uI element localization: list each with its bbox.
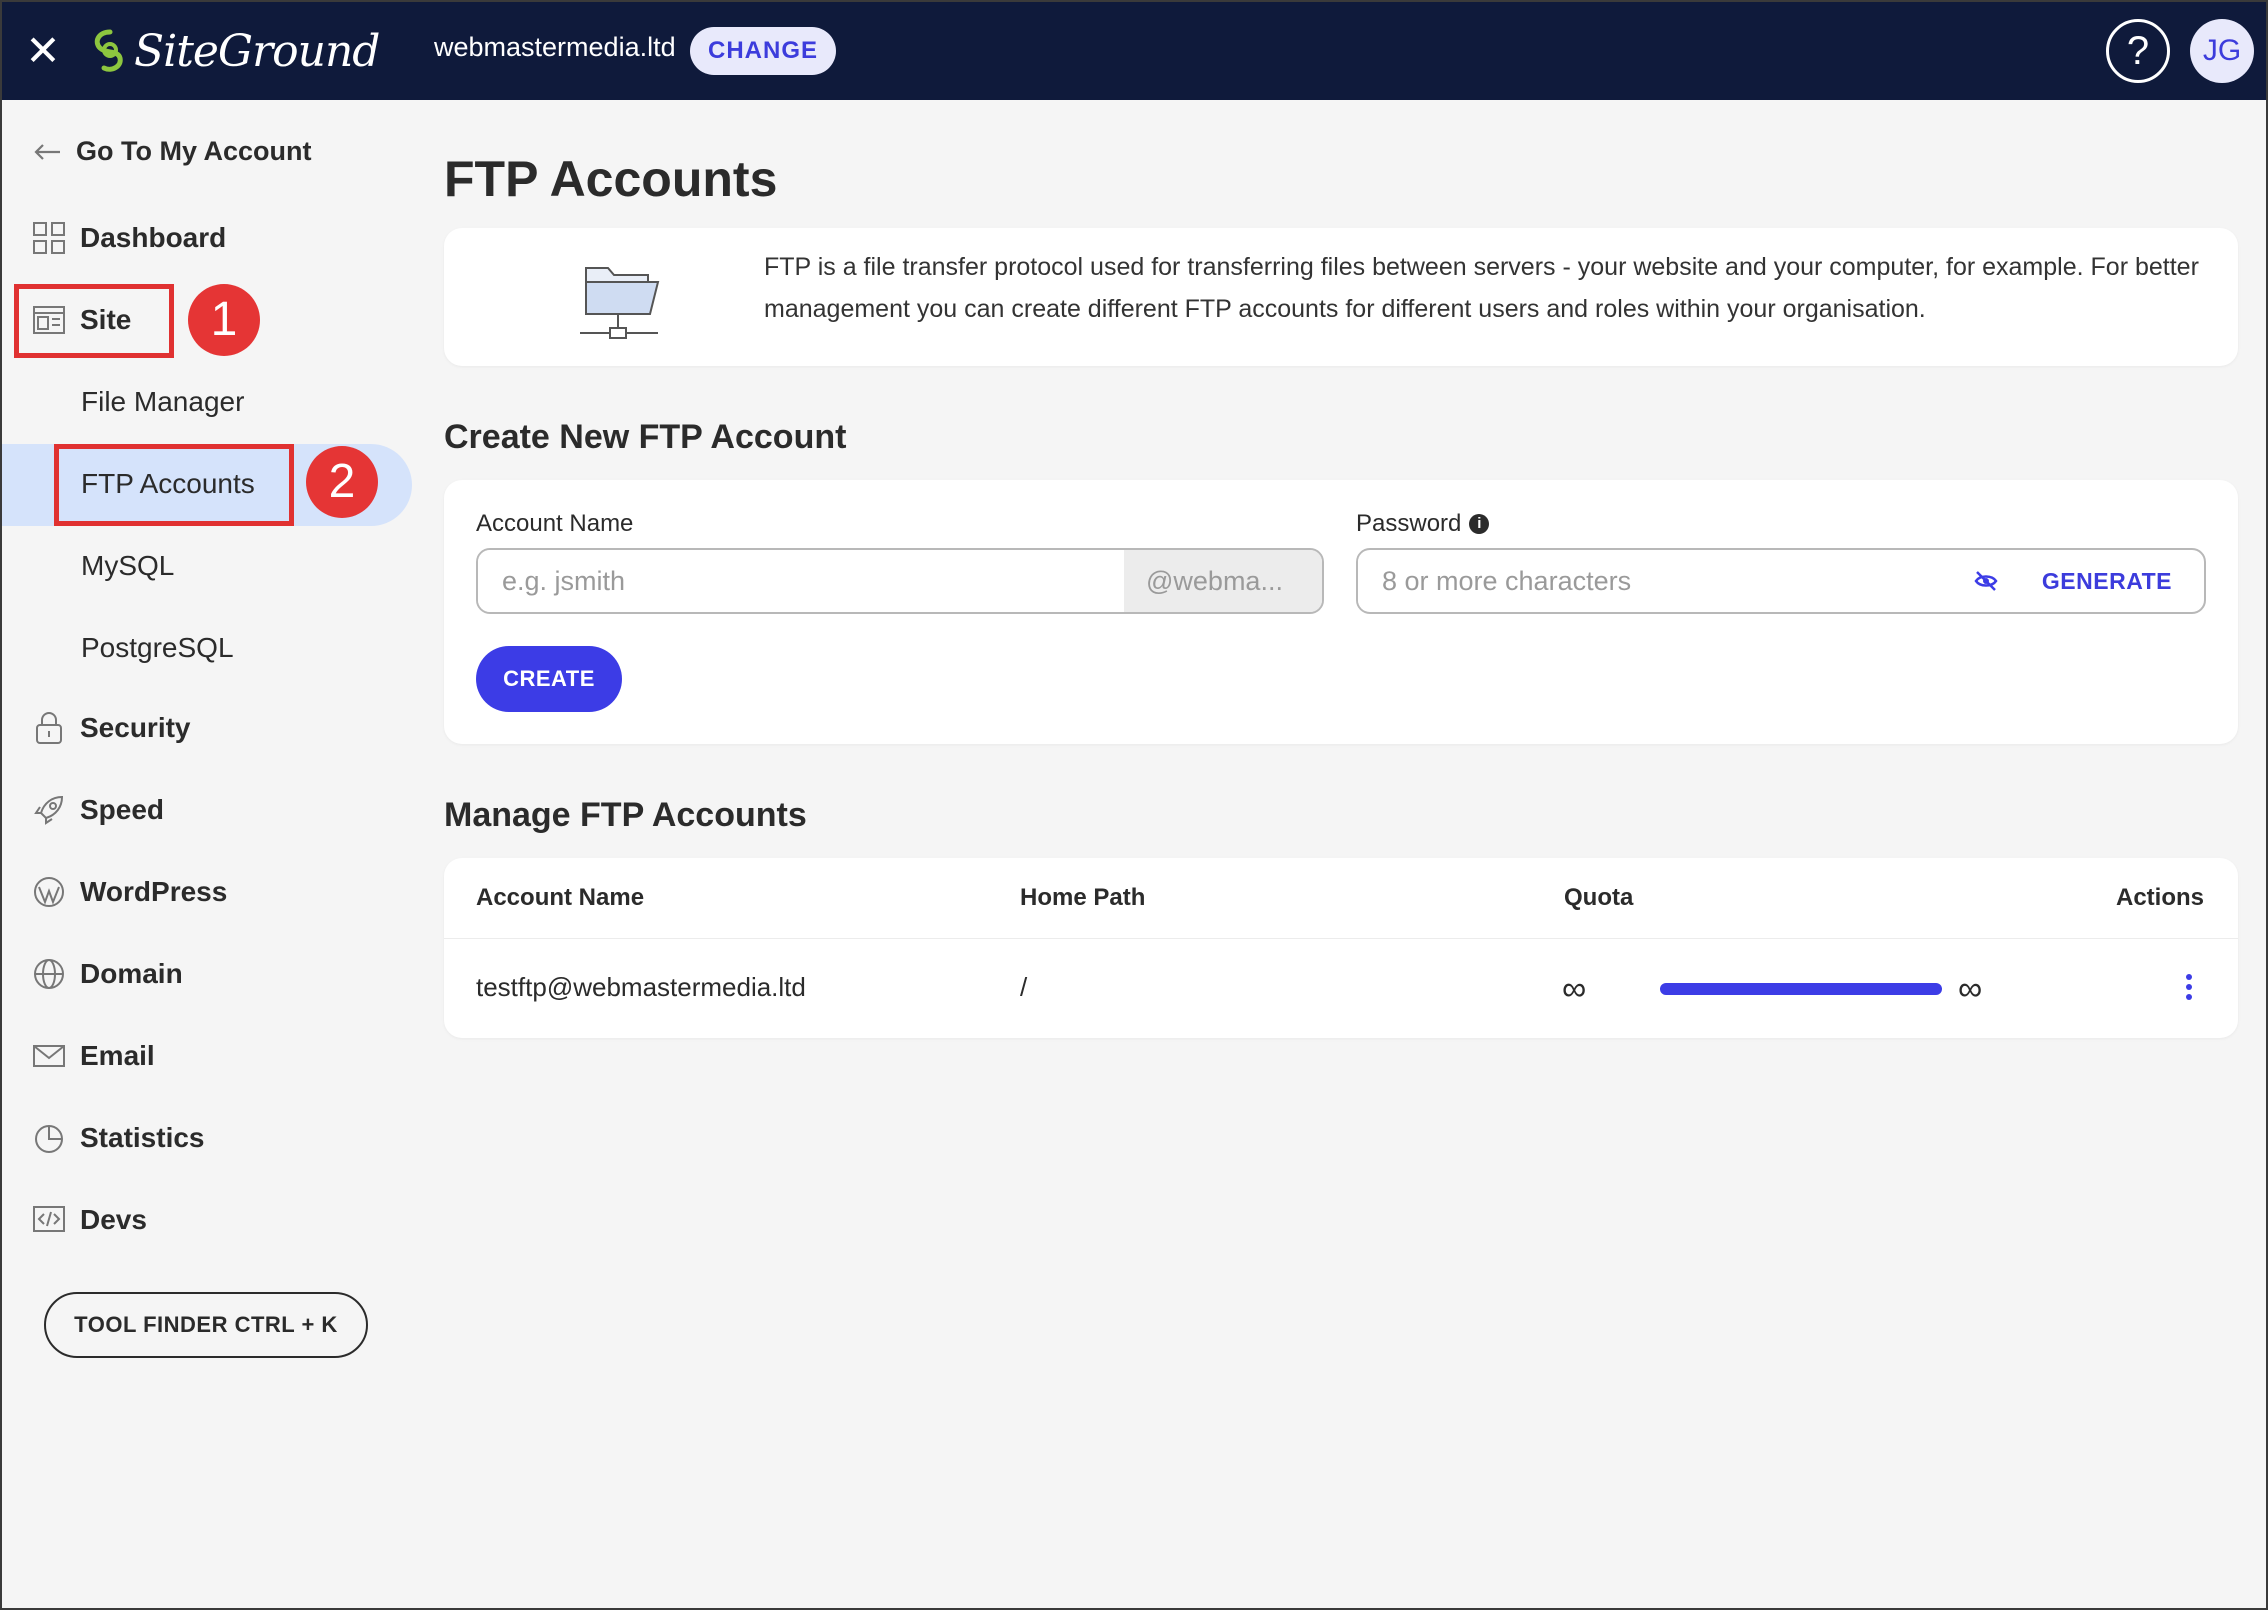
create-ftp-form: Account Name @webma... Password i GENERA…	[444, 480, 2238, 744]
sidebar-item-speed[interactable]: Speed	[32, 790, 164, 830]
sidebar-item-label: Dashboard	[80, 222, 227, 253]
account-name-input[interactable]	[478, 550, 1124, 612]
tool-finder-button[interactable]: TOOL FINDER CTRL + K	[44, 1292, 368, 1358]
generate-password-button[interactable]: GENERATE	[2042, 568, 2172, 595]
lock-icon	[36, 712, 62, 744]
password-input[interactable]	[1358, 551, 1972, 611]
annotation-marker-2: 2	[306, 446, 378, 518]
sidebar-item-security[interactable]: Security	[32, 708, 191, 748]
sidebar: Go To My Account Dashboard Site 1 File M…	[2, 100, 412, 1608]
sidebar-item-label: Devs	[80, 1204, 147, 1235]
column-header-home-path[interactable]: Home Path	[1020, 884, 1145, 912]
current-domain: webmastermedia.ltd	[434, 32, 676, 62]
sidebar-item-domain[interactable]: Domain	[32, 954, 183, 994]
go-to-my-account-link[interactable]: Go To My Account	[32, 136, 312, 167]
ftp-info-card: FTP is a file transfer protocol used for…	[444, 228, 2238, 366]
sidebar-subitem-file-manager[interactable]: File Manager	[81, 382, 244, 422]
sidebar-item-dashboard[interactable]: Dashboard	[32, 218, 226, 258]
ftp-description: FTP is a file transfer protocol used for…	[764, 253, 2199, 323]
create-button[interactable]: CREATE	[476, 646, 622, 712]
column-header-account-name[interactable]: Account Name	[476, 884, 644, 912]
sidebar-item-statistics[interactable]: Statistics	[32, 1118, 205, 1158]
column-header-actions: Actions	[2116, 884, 2205, 911]
sidebar-item-label: WordPress	[80, 876, 228, 907]
help-button[interactable]: ?	[2106, 19, 2170, 83]
password-label: Password i	[1356, 510, 1490, 538]
annotation-box-site	[14, 284, 174, 358]
sidebar-item-devs[interactable]: Devs	[32, 1200, 147, 1240]
account-name-label: Account Name	[476, 510, 633, 538]
page-title: FTP Accounts	[444, 151, 778, 207]
column-header-quota[interactable]: Quota	[1564, 884, 1633, 912]
create-section-title: Create New FTP Account	[444, 418, 847, 456]
password-field: GENERATE	[1356, 548, 2206, 614]
quota-used-infinity: ∞	[1562, 970, 1587, 1008]
password-label-text: Password	[1356, 510, 1462, 537]
top-bar: ✕ SiteGround webmastermedia.ltd CHANGE ?…	[2, 2, 2266, 100]
sidebar-item-label: Security	[80, 712, 191, 743]
go-back-label: Go To My Account	[76, 136, 312, 166]
annotation-box-ftp-accounts	[54, 444, 294, 526]
eye-off-icon[interactable]	[1972, 567, 2000, 595]
account-name-label-text: Account Name	[476, 510, 634, 537]
network-folder-icon	[580, 267, 660, 339]
close-icon[interactable]: ✕	[24, 30, 62, 72]
wordpress-icon	[34, 877, 64, 907]
annotation-marker-1: 1	[188, 284, 260, 356]
app-window: ✕ SiteGround webmastermedia.ltd CHANGE ?…	[0, 0, 2268, 1610]
ftp-accounts-table: Account Name Home Path Quota Actions tes…	[444, 858, 2238, 1038]
globe-icon	[34, 959, 64, 989]
envelope-icon	[33, 1045, 65, 1067]
change-domain-button[interactable]: CHANGE	[690, 27, 837, 75]
grid-icon	[33, 222, 65, 254]
sidebar-subitem-postgresql[interactable]: PostgreSQL	[81, 628, 234, 668]
brand-name: SiteGround	[134, 25, 380, 77]
sidebar-item-label: Domain	[80, 958, 183, 989]
quota-progress-bar	[1660, 983, 1942, 995]
info-icon[interactable]: i	[1469, 514, 1490, 534]
user-avatar[interactable]: JG	[2190, 19, 2254, 83]
siteground-logo[interactable]: SiteGround	[90, 22, 380, 80]
quota-total-infinity: ∞	[1958, 970, 1983, 1008]
table-divider	[444, 938, 2238, 939]
siteground-logo-icon	[94, 29, 123, 72]
arrow-left-icon	[34, 143, 60, 160]
sidebar-item-label: Speed	[80, 794, 165, 825]
row-actions-menu-icon[interactable]	[2184, 974, 2194, 1004]
sidebar-item-label: Statistics	[80, 1122, 205, 1153]
pie-chart-icon	[35, 1125, 63, 1153]
sidebar-subitem-mysql[interactable]: MySQL	[81, 546, 174, 586]
row-home-path: /	[1020, 972, 1028, 1002]
account-name-field: @webma...	[476, 548, 1324, 614]
account-domain-suffix: @webma...	[1124, 550, 1322, 612]
code-icon	[33, 1206, 65, 1232]
rocket-icon	[34, 795, 64, 825]
row-account-name: testftp@webmastermedia.ltd	[476, 972, 806, 1002]
sidebar-item-wordpress[interactable]: WordPress	[32, 872, 227, 912]
manage-section-title: Manage FTP Accounts	[444, 796, 807, 834]
sidebar-item-email[interactable]: Email	[32, 1036, 155, 1076]
sidebar-item-label: Email	[80, 1040, 155, 1071]
